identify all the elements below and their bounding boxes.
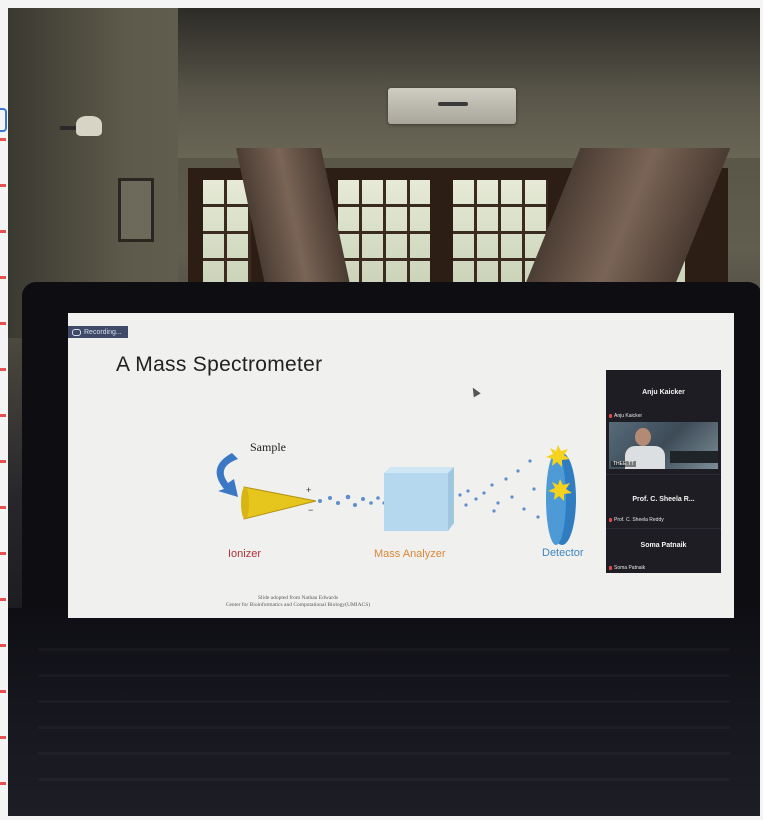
participants-panel: Anju Kaicker Anju Kaicker THEE.TT Prof. … <box>606 370 721 573</box>
analyzer-top <box>384 467 454 473</box>
photo-scene: Recording... A Mass Spectrometer Sample … <box>8 8 760 816</box>
mass-spectrometer-diagram: + − <box>216 445 576 545</box>
mouse-cursor-icon <box>469 385 481 398</box>
picture-frame <box>118 178 154 242</box>
participant-name: Soma Patnaik <box>640 542 687 549</box>
analyzer-side <box>448 467 454 531</box>
participant-name: Anju Kaicker <box>642 389 685 396</box>
laptop-keyboard <box>8 608 760 816</box>
ion-particles <box>318 494 386 507</box>
bracket-icon <box>0 108 7 132</box>
recording-badge: Recording... <box>68 326 128 338</box>
slide-credit: Slide adopted from Nathan Edwards Center… <box>225 595 371 608</box>
air-conditioner <box>388 88 516 124</box>
ionizer-label: Ionizer <box>228 548 262 560</box>
participant-tag: Anju Kaicker <box>609 413 642 419</box>
participant-tag: Soma Patnaik <box>609 565 645 571</box>
window-pane <box>338 180 430 290</box>
curved-arrow-icon <box>216 453 238 497</box>
cloud-icon <box>72 328 81 336</box>
mic-muted-icon <box>609 518 612 522</box>
wall-lamp <box>60 116 102 150</box>
plus-sign: + <box>306 485 311 495</box>
mic-muted-icon <box>609 566 612 570</box>
mic-muted-icon <box>609 414 612 418</box>
window-pane <box>203 180 251 290</box>
slide-title: A Mass Spectrometer <box>116 353 323 376</box>
mass-analyzer-label: Mass Analyzer <box>374 548 446 560</box>
recording-label: Recording... <box>84 328 122 336</box>
participant-name: Prof. C. Sheela R... <box>632 496 695 503</box>
mass-analyzer-cube <box>384 473 448 531</box>
ionizer-base <box>241 487 249 519</box>
participant-tag: Prof. C. Sheela Reddy <box>609 517 664 523</box>
edge-strip <box>0 100 6 800</box>
video-label: THEE.TT <box>611 461 636 467</box>
separated-ions <box>458 459 540 519</box>
detector-label: Detector <box>542 547 584 559</box>
participant-video[interactable]: THEE.TT <box>609 422 718 469</box>
laptop-screen: Recording... A Mass Spectrometer Sample … <box>68 313 734 618</box>
minus-sign: − <box>308 505 313 515</box>
